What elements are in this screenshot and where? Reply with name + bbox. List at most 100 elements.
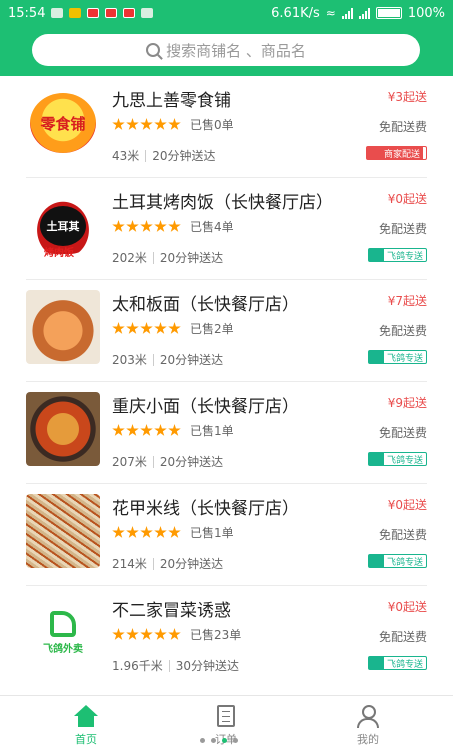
tab-mine[interactable]: 我的 xyxy=(318,696,418,755)
distance-info: 207米 20分钟送达 xyxy=(112,453,223,470)
rating-stars xyxy=(112,526,181,539)
rating-stars xyxy=(112,628,181,641)
delivery-badge: 飞鸽专送 xyxy=(367,248,427,262)
tab-home[interactable]: 首页 xyxy=(36,696,136,755)
delivery-badge: 飞鸽专送 xyxy=(367,554,427,568)
shop-name: 九思上善零食铺 xyxy=(112,91,231,111)
shop-list-item[interactable]: 土耳其 烤肉饭 土耳其烤肉饭（长快餐厅店） 已售4单 202米 20分钟送达 ¥0… xyxy=(0,178,453,280)
app-notification-icon xyxy=(123,8,136,18)
delivery-time: 20分钟送达 xyxy=(159,353,224,367)
star-icon xyxy=(126,220,139,232)
signal-icon xyxy=(341,7,353,19)
star-icon xyxy=(112,322,125,334)
star-icon xyxy=(168,322,181,334)
shop-list-item[interactable]: 太和板面（长快餐厅店） 已售2单 203米 20分钟送达 ¥7起送 免配送费 飞鸽… xyxy=(0,280,453,382)
scooter-icon xyxy=(368,453,384,465)
star-icon xyxy=(140,322,153,334)
page-indicator xyxy=(200,738,238,743)
scooter-icon xyxy=(368,657,384,669)
shop-list-item[interactable]: 花甲米线（长快餐厅店） 已售1单 214米 20分钟送达 ¥0起送 免配送费 飞鸽… xyxy=(0,484,453,586)
min-order-price: ¥0起送 xyxy=(387,192,427,206)
distance: 203米 xyxy=(112,353,147,367)
star-icon xyxy=(140,424,153,436)
min-order-price: ¥9起送 xyxy=(387,396,427,410)
star-icon xyxy=(168,628,181,640)
distance: 207米 xyxy=(112,455,147,469)
shop-thumbnail: 飞鸽外卖 xyxy=(26,596,100,670)
shop-list-item[interactable]: 零食铺 九思上善零食铺 已售0单 43米 20分钟送达 ¥3起送 免配送费 商家配… xyxy=(0,76,453,178)
star-icon xyxy=(154,628,167,640)
tab-label: 我的 xyxy=(357,733,379,746)
star-icon xyxy=(154,526,167,538)
star-icon xyxy=(112,118,125,130)
scooter-icon xyxy=(368,249,384,261)
distance-info: 202米 20分钟送达 xyxy=(112,249,223,266)
order-icon xyxy=(217,705,235,727)
min-order-price: ¥7起送 xyxy=(387,294,427,308)
rating-stars xyxy=(112,322,181,335)
star-icon xyxy=(154,322,167,334)
distance-info: 43米 20分钟送达 xyxy=(112,147,216,164)
status-time: 15:54 xyxy=(8,5,46,21)
notification-icon xyxy=(51,8,64,18)
merchant-icon xyxy=(366,147,381,159)
rating-stars xyxy=(112,118,181,131)
feige-logo-icon xyxy=(50,611,76,637)
distance-info: 1.96千米 30分钟送达 xyxy=(112,657,239,674)
search-input[interactable]: 搜索商铺名 、商品名 xyxy=(32,34,420,66)
star-icon xyxy=(140,118,153,130)
battery-level: 100% xyxy=(407,5,445,21)
signal-icon xyxy=(358,7,370,19)
delivery-fee: 免配送费 xyxy=(378,426,427,440)
distance: 43米 xyxy=(112,149,140,163)
star-icon xyxy=(168,424,181,436)
scooter-icon xyxy=(368,555,384,567)
delivery-time: 20分钟送达 xyxy=(159,455,224,469)
delivery-fee: 免配送费 xyxy=(378,630,427,644)
star-icon xyxy=(126,628,139,640)
shop-logo: 零食铺 xyxy=(30,93,96,153)
star-icon xyxy=(168,220,181,232)
star-icon xyxy=(112,424,125,436)
star-icon xyxy=(140,526,153,538)
delivery-fee: 免配送费 xyxy=(378,222,427,236)
star-icon xyxy=(154,220,167,232)
sold-count: 已售1单 xyxy=(190,424,234,438)
header: 搜索商铺名 、商品名 xyxy=(0,26,453,76)
search-placeholder: 搜索商铺名 、商品名 xyxy=(166,41,306,60)
star-icon xyxy=(140,220,153,232)
sold-count: 已售1单 xyxy=(190,526,234,540)
star-icon xyxy=(126,322,139,334)
android-icon xyxy=(141,8,154,18)
sold-count: 已售0单 xyxy=(190,118,234,132)
shop-logo: 飞鸽外卖 xyxy=(43,644,83,655)
shop-thumbnail xyxy=(26,290,100,364)
scooter-icon xyxy=(368,351,384,363)
shop-thumbnail xyxy=(26,494,100,568)
star-icon xyxy=(112,526,125,538)
home-icon xyxy=(74,705,98,727)
delivery-time: 20分钟送达 xyxy=(152,149,216,163)
delivery-badge: 飞鸽专送 xyxy=(367,350,427,364)
delivery-badge: 飞鸽专送 xyxy=(367,452,427,466)
star-icon xyxy=(126,118,139,130)
shop-list-item[interactable]: 飞鸽外卖 不二家冒菜诱惑 已售23单 1.96千米 30分钟送达 ¥0起送 免配送… xyxy=(0,586,453,688)
shop-name: 重庆小面（长快餐厅店） xyxy=(112,397,299,417)
delivery-time: 20分钟送达 xyxy=(159,251,224,265)
sold-count: 已售4单 xyxy=(190,220,234,234)
distance: 214米 xyxy=(112,557,147,571)
delivery-badge: 商家配送 xyxy=(365,146,427,160)
shop-list[interactable]: 零食铺 九思上善零食铺 已售0单 43米 20分钟送达 ¥3起送 免配送费 商家配… xyxy=(0,76,453,695)
wifi-icon: ≈ xyxy=(325,6,336,20)
user-icon xyxy=(356,705,380,728)
tab-label: 首页 xyxy=(75,733,97,746)
distance-info: 203米 20分钟送达 xyxy=(112,351,223,368)
shop-logo: 土耳其 xyxy=(40,206,86,246)
shop-name: 土耳其烤肉饭（长快餐厅店） xyxy=(112,193,333,213)
tab-orders[interactable]: 订单 xyxy=(176,696,276,755)
min-order-price: ¥3起送 xyxy=(387,90,427,104)
shop-list-item[interactable]: 重庆小面（长快餐厅店） 已售1单 207米 20分钟送达 ¥9起送 免配送费 飞鸽… xyxy=(0,382,453,484)
shop-logo-sub: 烤肉饭 xyxy=(44,248,74,259)
star-icon xyxy=(126,526,139,538)
delivery-time: 20分钟送达 xyxy=(159,557,224,571)
